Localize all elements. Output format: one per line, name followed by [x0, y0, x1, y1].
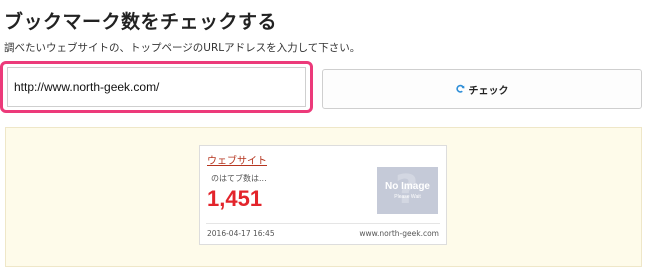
- refresh-icon: [455, 84, 465, 94]
- instruction-text: 調べたいウェブサイトの、トップページのURLアドレスを入力して下さい。: [4, 42, 361, 54]
- bookmark-count-caption: のはてブ数は...: [211, 174, 267, 183]
- site-thumbnail: ? No Image Please Wait: [377, 167, 438, 214]
- check-button-label: チェック: [468, 85, 509, 97]
- card-domain: www.north-geek.com: [359, 229, 439, 238]
- check-button[interactable]: チェック: [322, 69, 642, 109]
- page-title: ブックマーク数をチェックする: [4, 11, 278, 33]
- thumbnail-subtext: Please Wait: [394, 194, 421, 200]
- thumbnail-text: No Image: [384, 181, 430, 192]
- bookmark-count: 1,451: [207, 186, 263, 211]
- card-divider: [206, 223, 440, 224]
- card-date: 2016-04-17 16:45: [207, 229, 275, 238]
- site-title-link[interactable]: ウェブサイト: [207, 152, 267, 167]
- url-input[interactable]: [7, 67, 306, 107]
